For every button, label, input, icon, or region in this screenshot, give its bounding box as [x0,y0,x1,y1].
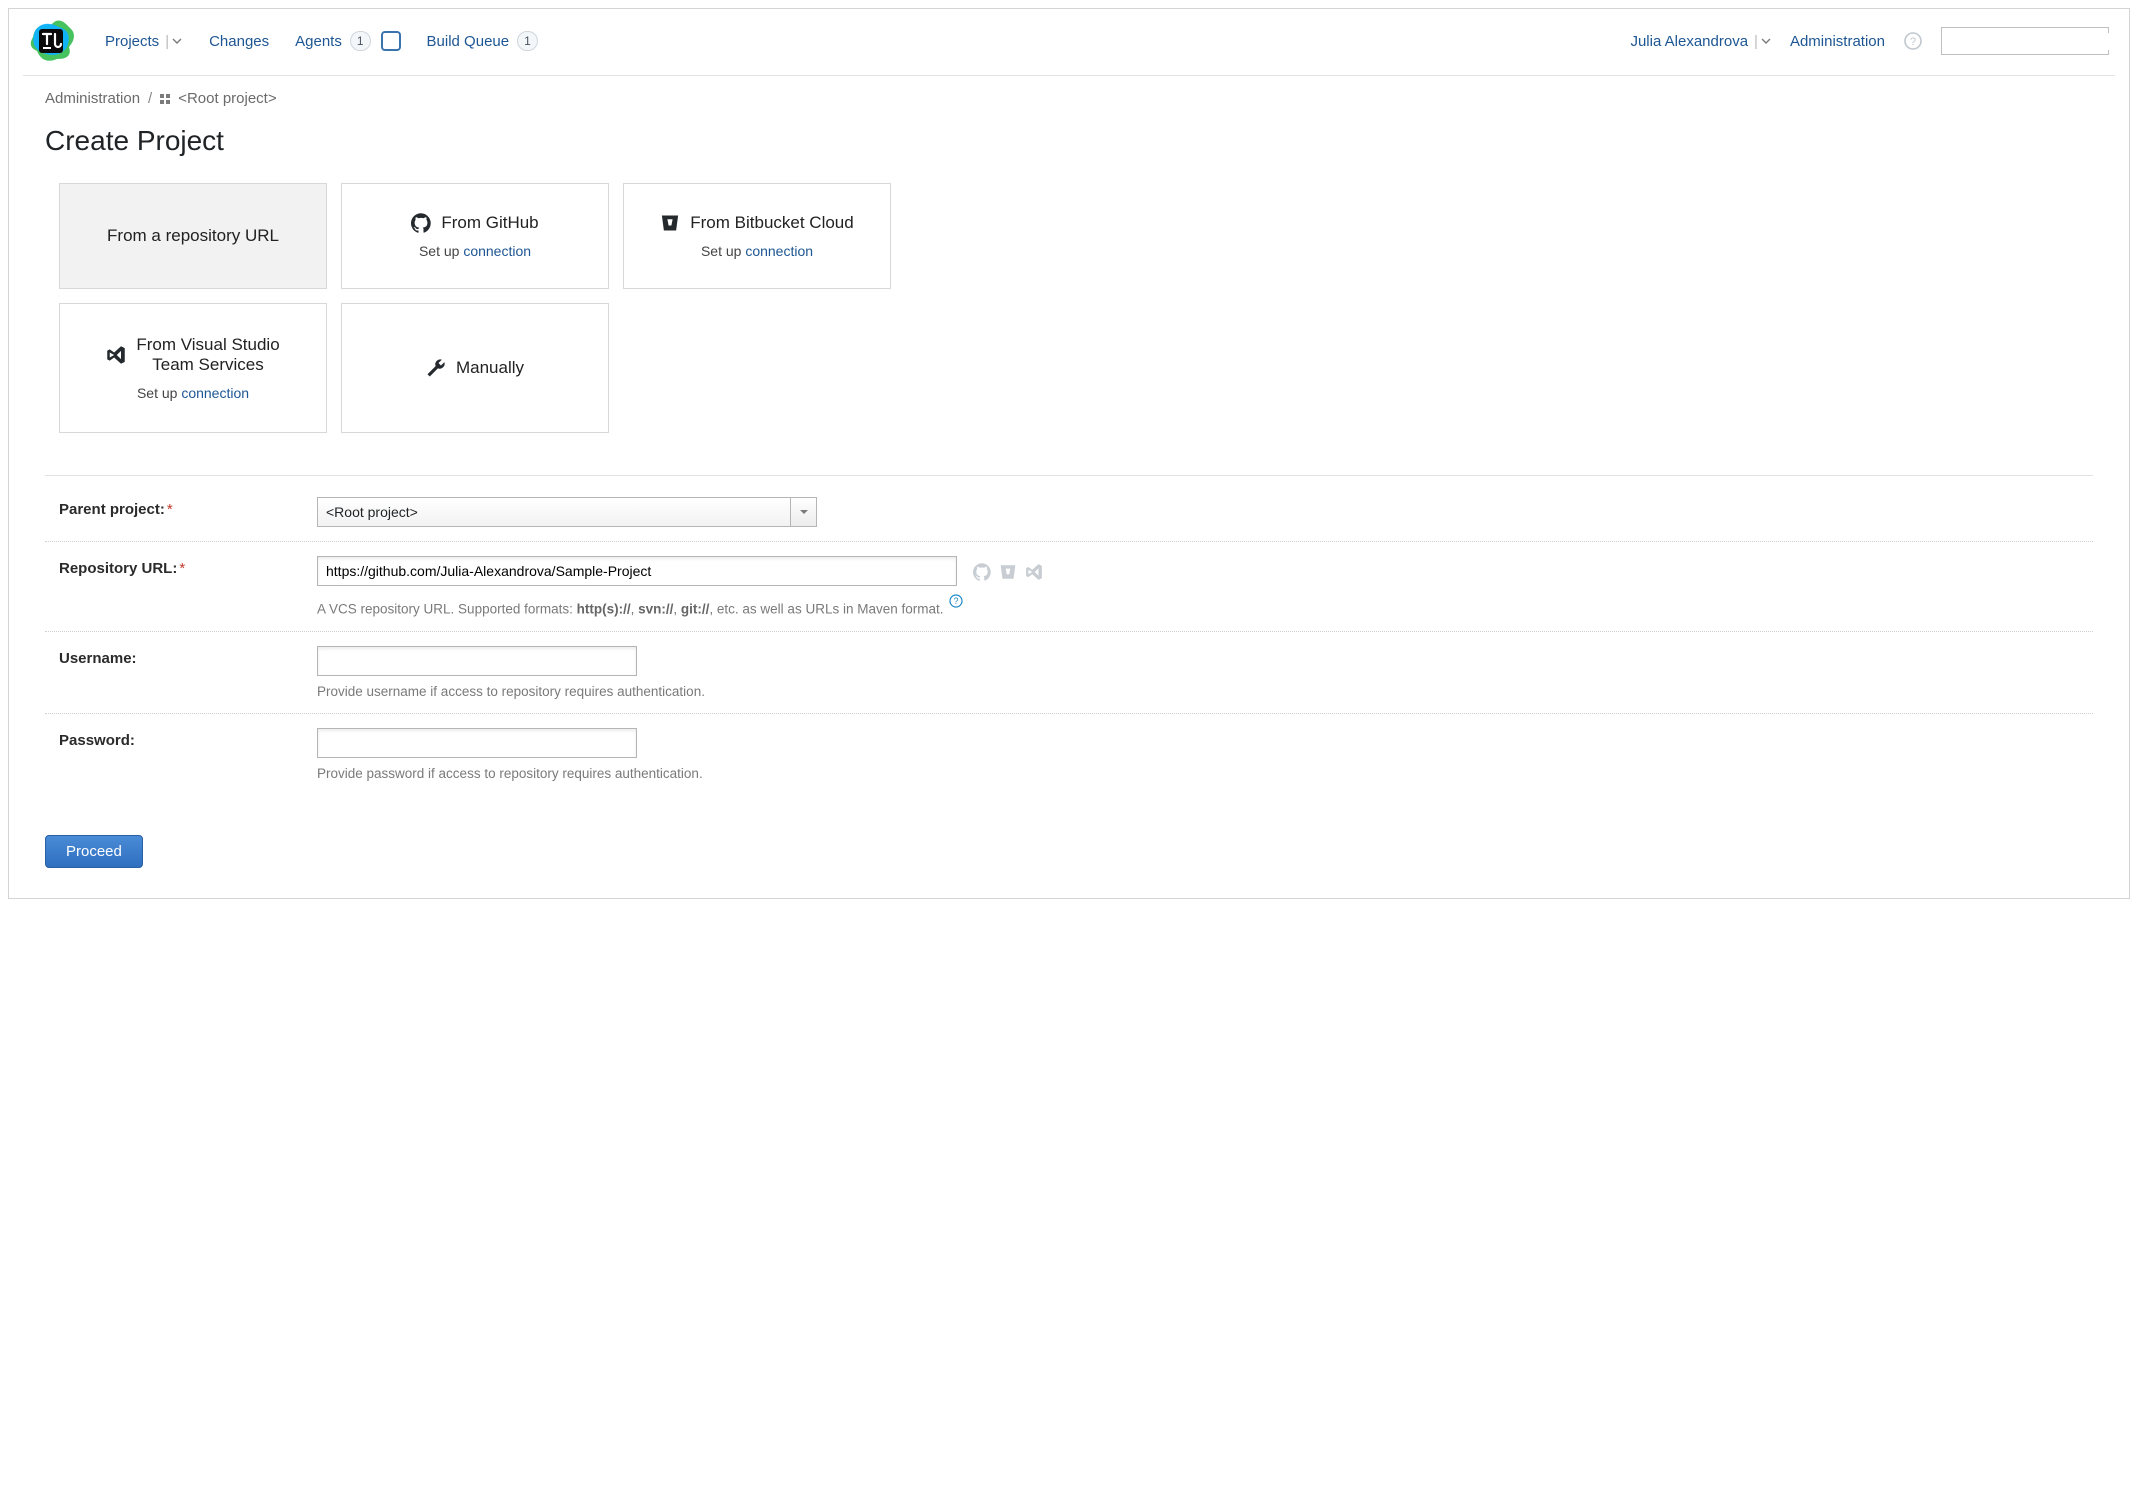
repository-url-input[interactable] [317,556,957,586]
card-from-repo-url[interactable]: From a repository URL [59,183,327,289]
github-connection-link[interactable]: connection [463,243,531,259]
password-hint: Provide password if access to repository… [317,766,2093,781]
svg-text:?: ? [954,596,959,606]
visual-studio-icon [1025,563,1043,581]
github-icon [973,563,991,581]
breadcrumb-root[interactable]: <Root project> [178,90,276,107]
build-queue-count-badge: 1 [517,31,538,51]
bitbucket-icon [999,563,1017,581]
chevron-down-icon[interactable] [790,498,816,526]
bitbucket-icon [660,213,680,233]
nav-changes[interactable]: Changes [209,33,269,50]
agents-status-icon [381,31,401,51]
help-icon[interactable]: ? [949,594,963,608]
bitbucket-connection-link[interactable]: connection [745,243,813,259]
row-parent-project: Parent project:* <Root project> [45,483,2093,542]
teamcity-logo[interactable] [29,17,77,65]
nav-build-queue-label: Build Queue [427,33,510,50]
nav-agents[interactable]: Agents 1 [295,31,400,51]
card-manually[interactable]: Manually [341,303,609,433]
row-username: Username: Provide username if access to … [45,632,2093,714]
chevron-down-icon[interactable] [1760,35,1772,47]
nav-build-queue[interactable]: Build Queue 1 [427,31,538,51]
nav-user-label: Julia Alexandrova [1630,33,1748,50]
github-icon [411,213,431,233]
nav-agents-label: Agents [295,33,342,50]
top-nav: Projects | Changes Agents 1 Build Queue … [9,9,2129,75]
parent-project-label: Parent project: [59,501,165,518]
password-label: Password: [45,728,317,749]
nav-administration[interactable]: Administration [1790,33,1885,50]
wrench-icon [426,358,446,378]
nav-user[interactable]: Julia Alexandrova | [1630,33,1771,50]
vsts-connection-link[interactable]: connection [181,385,249,401]
nav-projects-label: Projects [105,33,159,50]
password-input[interactable] [317,728,637,758]
row-password: Password: Provide password if access to … [45,714,2093,795]
card-from-bitbucket[interactable]: From Bitbucket Cloud Set up connection [623,183,891,289]
repository-url-label: Repository URL: [59,560,177,577]
breadcrumb: Administration / <Root project> [45,90,2093,107]
agents-count-badge: 1 [350,31,371,51]
nav-projects[interactable]: Projects | [105,33,183,50]
breadcrumb-admin[interactable]: Administration [45,90,140,107]
visual-studio-icon [106,345,126,365]
repository-url-hint: A VCS repository URL. Supported formats:… [317,594,2093,617]
card-from-github[interactable]: From GitHub Set up connection [341,183,609,289]
help-icon[interactable]: ? [1903,31,1923,51]
search-input[interactable] [1948,33,2128,50]
parent-project-value: <Root project> [318,504,790,520]
page-title: Create Project [45,125,2093,157]
row-repository-url: Repository URL:* A VCS repository URL. S… [45,542,2093,632]
username-input[interactable] [317,646,637,676]
chevron-down-icon[interactable] [171,35,183,47]
projects-grid-icon [160,94,170,104]
source-cards: From a repository URL From GitHub Set up… [59,183,2093,433]
proceed-button[interactable]: Proceed [45,835,143,868]
parent-project-select[interactable]: <Root project> [317,497,817,527]
username-label: Username: [45,646,317,667]
username-hint: Provide username if access to repository… [317,684,2093,699]
card-from-vsts[interactable]: From Visual Studio Team Services Set up … [59,303,327,433]
svg-text:?: ? [1910,36,1916,48]
search-box[interactable] [1941,27,2109,55]
